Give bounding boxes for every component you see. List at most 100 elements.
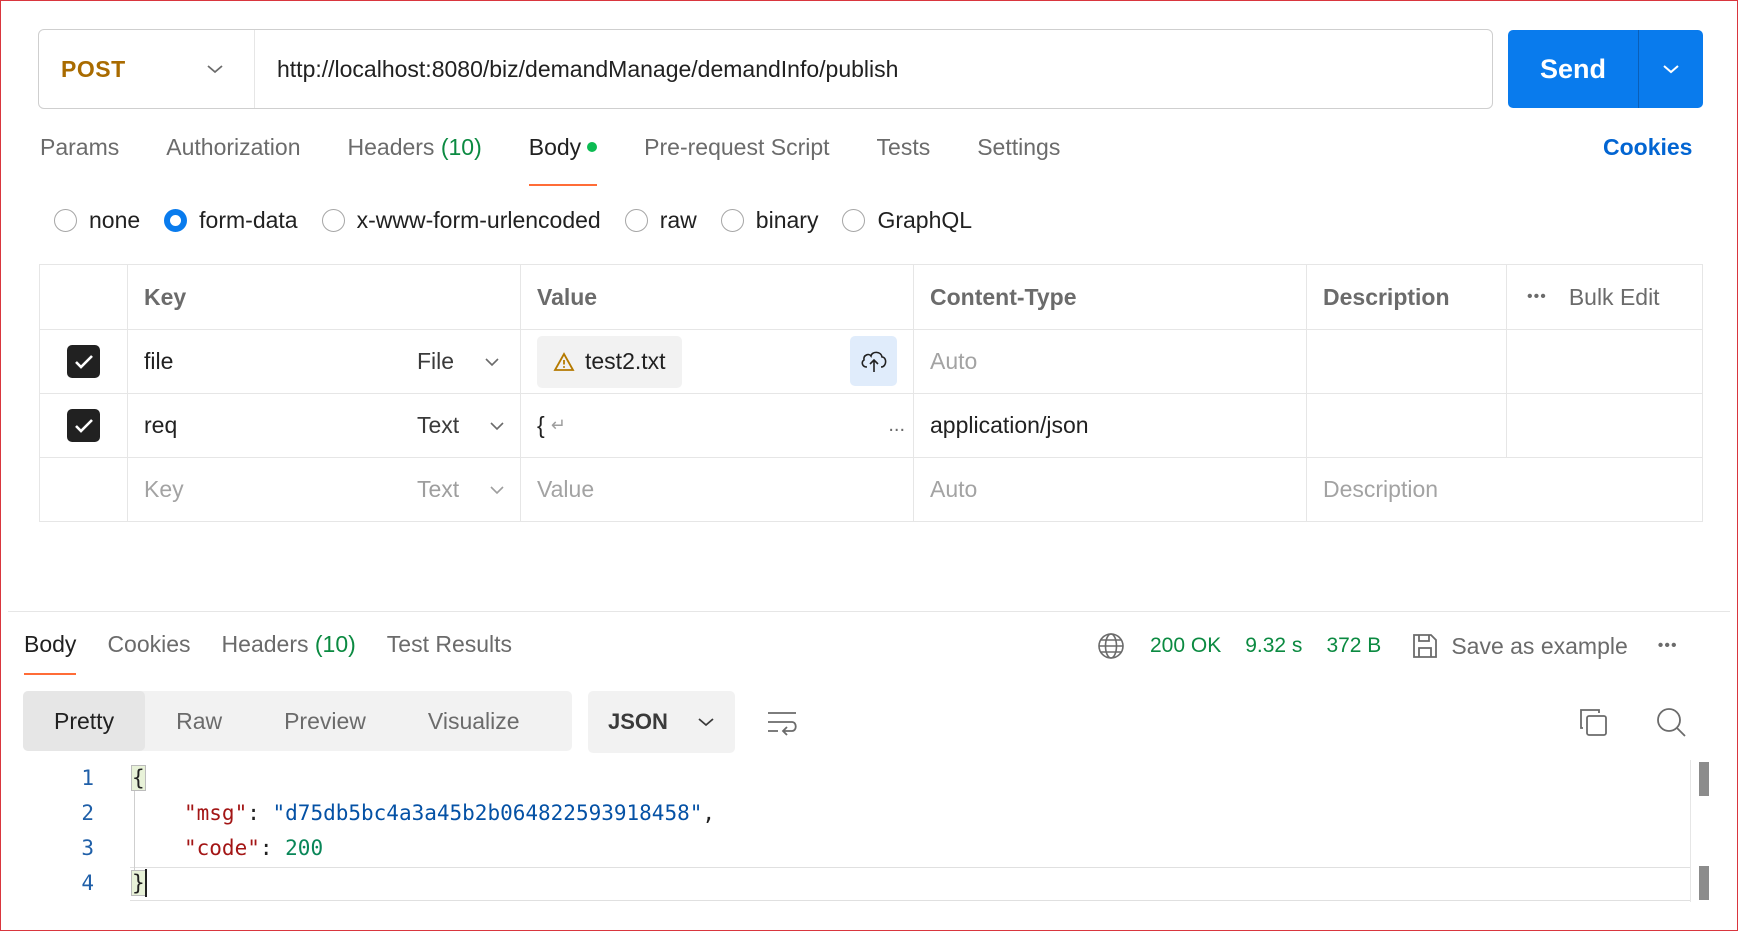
tab-authorization[interactable]: Authorization bbox=[166, 134, 300, 186]
globe-icon[interactable] bbox=[1096, 631, 1126, 661]
checkmark-icon bbox=[74, 354, 93, 369]
status-code[interactable]: 200 OK bbox=[1150, 634, 1221, 658]
resp-tab-test-results[interactable]: Test Results bbox=[387, 631, 512, 675]
save-as-example-button[interactable]: Save as example bbox=[1411, 632, 1628, 660]
response-time[interactable]: 9.32 s bbox=[1245, 634, 1302, 658]
json-number: 200 bbox=[285, 835, 324, 860]
view-preview[interactable]: Preview bbox=[253, 691, 397, 751]
radio-circle bbox=[624, 209, 648, 232]
table-row-placeholder: Key Text Value Auto Description bbox=[40, 457, 1702, 521]
response-divider bbox=[8, 611, 1730, 612]
headers-count: (10) bbox=[440, 134, 482, 160]
content-type-input[interactable]: Auto bbox=[914, 458, 1307, 521]
more-options-icon[interactable]: ••• bbox=[1527, 288, 1547, 306]
radio-raw[interactable]: raw bbox=[624, 207, 697, 234]
row-enabled-checkbox[interactable] bbox=[67, 345, 100, 378]
chevron-down-icon bbox=[207, 65, 223, 74]
response-size[interactable]: 372 B bbox=[1326, 634, 1381, 658]
key-cell[interactable]: file bbox=[128, 330, 401, 393]
radio-circle bbox=[321, 209, 345, 232]
copy-icon bbox=[1580, 709, 1607, 736]
close-brace: } bbox=[131, 869, 146, 896]
wrap-lines-icon bbox=[768, 712, 797, 736]
tab-label: Tests bbox=[876, 134, 931, 160]
json-key: "code" bbox=[184, 835, 260, 860]
header-value: Value bbox=[521, 265, 914, 329]
tab-label: Test Results bbox=[386, 631, 513, 657]
value-cell: test2.txt bbox=[521, 330, 914, 393]
scrollbar-thumb[interactable] bbox=[1699, 762, 1709, 796]
form-data-table: Key Value Content-Type Description ••• B… bbox=[39, 264, 1703, 522]
tab-label: Cookies bbox=[107, 631, 191, 657]
value-text: { bbox=[537, 412, 545, 438]
type-select[interactable]: File bbox=[401, 330, 521, 393]
tab-body[interactable]: Body bbox=[528, 134, 598, 186]
tab-headers[interactable]: Headers (10) bbox=[348, 134, 482, 186]
type-select[interactable]: Text bbox=[401, 458, 521, 521]
line-number: 1 bbox=[81, 765, 94, 790]
check-cell bbox=[40, 458, 128, 521]
send-button[interactable]: Send bbox=[1508, 30, 1638, 108]
line-number: 4 bbox=[81, 870, 94, 895]
bulk-edit-button[interactable]: Bulk Edit bbox=[1569, 284, 1660, 311]
view-raw[interactable]: Raw bbox=[145, 691, 253, 751]
type-select[interactable]: Text bbox=[401, 394, 521, 457]
file-chip[interactable]: test2.txt bbox=[537, 335, 682, 388]
tab-tests[interactable]: Tests bbox=[877, 134, 931, 186]
table-row: file File test2.txt Auto bbox=[40, 329, 1702, 393]
tab-label: Body bbox=[24, 631, 77, 657]
view-visualize[interactable]: Visualize bbox=[397, 691, 551, 751]
method-select[interactable]: POST bbox=[39, 30, 255, 108]
radio-circle bbox=[842, 209, 866, 232]
value-cell[interactable]: { ↵ ... bbox=[521, 394, 914, 457]
response-meta: 200 OK 9.32 s 372 B Save as example ••• bbox=[1096, 628, 1678, 664]
header-content-type: Content-Type bbox=[914, 265, 1307, 329]
body-type-radios: none form-data x-www-form-urlencoded raw… bbox=[54, 207, 996, 234]
resp-tab-cookies[interactable]: Cookies bbox=[107, 631, 190, 675]
radio-none[interactable]: none bbox=[54, 207, 140, 234]
copy-button[interactable] bbox=[1575, 703, 1611, 741]
row-enabled-checkbox[interactable] bbox=[67, 409, 100, 442]
send-options-button[interactable] bbox=[1639, 30, 1703, 108]
description-input[interactable]: Description bbox=[1307, 458, 1507, 521]
key-input[interactable]: Key bbox=[128, 458, 401, 521]
url-input[interactable]: http://localhost:8080/biz/demandManage/d… bbox=[255, 56, 1492, 83]
save-icon bbox=[1413, 634, 1438, 658]
search-button[interactable] bbox=[1653, 703, 1689, 741]
response-code-editor[interactable]: 1 { 2 "msg": "d75db5bc4a3a45b2b064822593… bbox=[60, 760, 1690, 900]
tab-params[interactable]: Params bbox=[40, 134, 119, 186]
key-cell[interactable]: req bbox=[128, 394, 401, 457]
cookies-link[interactable]: Cookies bbox=[1603, 134, 1692, 161]
value-input[interactable]: Value bbox=[521, 458, 914, 521]
open-brace: { bbox=[131, 764, 146, 791]
content-type-cell[interactable]: Auto bbox=[914, 330, 1307, 393]
upload-file-button[interactable] bbox=[850, 336, 897, 386]
table-row: req Text { ↵ ... application/json bbox=[40, 393, 1702, 457]
more-options-icon[interactable]: ••• bbox=[1658, 637, 1678, 655]
code-line: 1 { bbox=[60, 760, 1690, 795]
row-actions bbox=[1507, 394, 1702, 457]
file-name: test2.txt bbox=[585, 348, 666, 374]
check-cell bbox=[40, 330, 128, 393]
radio-binary[interactable]: binary bbox=[720, 207, 818, 234]
code-line: 3 "code": 200 bbox=[60, 830, 1690, 865]
view-pretty[interactable]: Pretty bbox=[23, 691, 146, 751]
chevron-down-icon bbox=[490, 421, 504, 430]
resp-tab-headers[interactable]: Headers (10) bbox=[222, 631, 356, 675]
radio-x-www-form-urlencoded[interactable]: x-www-form-urlencoded bbox=[321, 207, 601, 234]
radio-graphql[interactable]: GraphQL bbox=[842, 207, 972, 234]
resp-tab-body[interactable]: Body bbox=[24, 631, 77, 675]
description-cell[interactable] bbox=[1307, 394, 1507, 457]
wrap-lines-button[interactable] bbox=[764, 705, 800, 741]
language-select[interactable]: JSON bbox=[588, 691, 735, 753]
content-type-cell[interactable]: application/json bbox=[914, 394, 1307, 457]
search-icon bbox=[1657, 708, 1686, 737]
response-tabs: Body Cookies Headers (10) Test Results bbox=[24, 631, 543, 675]
tab-pre-request-script[interactable]: Pre-request Script bbox=[644, 134, 829, 186]
view-mode-segment: Pretty Raw Preview Visualize bbox=[23, 691, 572, 751]
send-button-group: Send bbox=[1508, 30, 1703, 108]
tab-settings[interactable]: Settings bbox=[977, 134, 1060, 186]
radio-form-data[interactable]: form-data bbox=[164, 207, 298, 234]
description-cell[interactable] bbox=[1307, 330, 1507, 393]
chevron-down-icon bbox=[485, 357, 499, 366]
